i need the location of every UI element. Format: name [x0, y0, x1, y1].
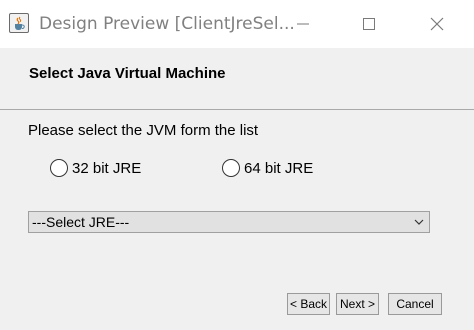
- radio-circle[interactable]: [222, 159, 240, 177]
- window-title: Design Preview [ClientJreSel...: [39, 14, 295, 34]
- select-value: ---Select JRE---: [32, 214, 130, 230]
- next-button[interactable]: Next >: [336, 293, 379, 315]
- minimize-button[interactable]: [280, 0, 326, 48]
- jre-select[interactable]: ---Select JRE---: [28, 211, 430, 233]
- page-title: Select Java Virtual Machine: [29, 65, 226, 82]
- java-cup-icon: [9, 13, 29, 33]
- radio-64-bit[interactable]: 64 bit JRE: [222, 159, 313, 177]
- title-bar[interactable]: Design Preview [ClientJreSel...: [0, 0, 474, 48]
- back-button[interactable]: < Back: [287, 293, 330, 315]
- wizard-header: Select Java Virtual Machine: [0, 48, 474, 110]
- radio-circle[interactable]: [50, 159, 68, 177]
- chevron-down-icon: [414, 219, 424, 225]
- wizard-content: Please select the JVM form the list 32 b…: [0, 110, 474, 330]
- maximize-icon: [363, 18, 375, 30]
- cancel-button[interactable]: Cancel: [388, 293, 442, 315]
- prompt-label: Please select the JVM form the list: [28, 122, 259, 139]
- radio-label[interactable]: 64 bit JRE: [244, 160, 313, 177]
- minimize-icon: [297, 23, 309, 25]
- close-button[interactable]: [414, 0, 460, 48]
- close-icon: [430, 17, 444, 31]
- radio-label[interactable]: 32 bit JRE: [72, 160, 141, 177]
- radio-32-bit[interactable]: 32 bit JRE: [50, 159, 141, 177]
- maximize-button[interactable]: [346, 0, 392, 48]
